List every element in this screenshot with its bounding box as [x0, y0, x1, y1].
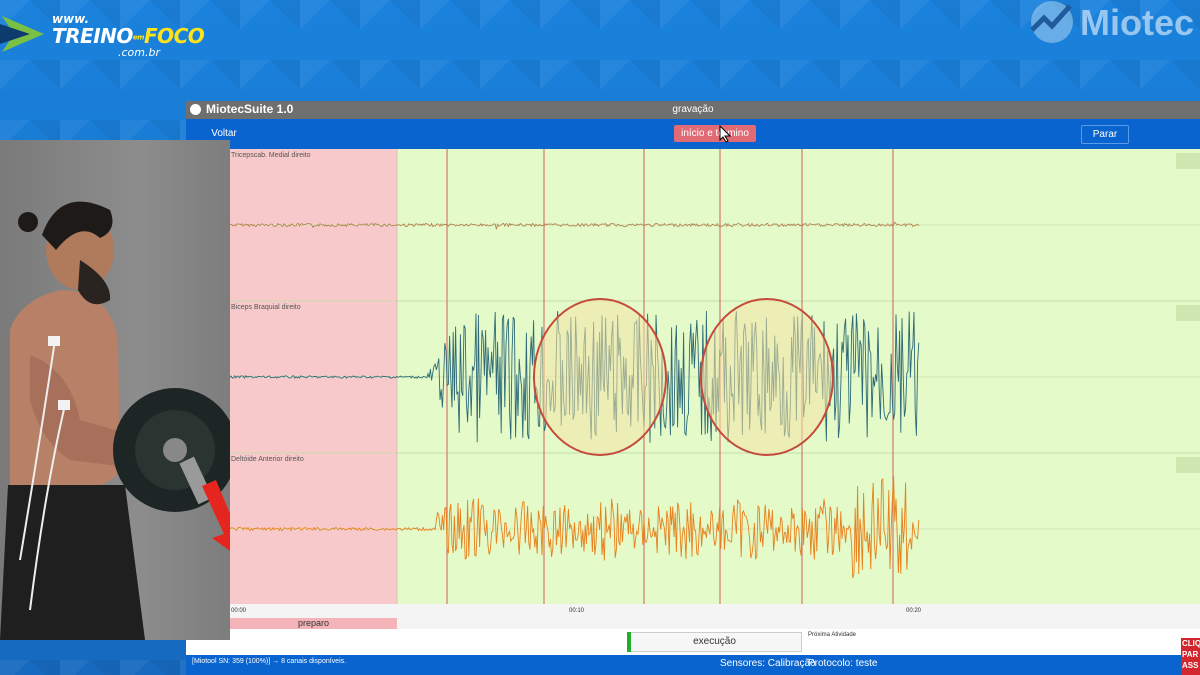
logo-brand-part1: TREINO	[52, 24, 133, 48]
athlete-photo	[0, 140, 230, 640]
emg-plot: Tricepscab. Medial direito Biceps Braqui…	[230, 149, 1200, 604]
channel-scale-box-2[interactable]	[1176, 305, 1200, 321]
screen-title: gravação	[672, 104, 714, 115]
sensors-status: Sensores: Calibração	[720, 658, 816, 669]
status-bar: [Miotool SN: 359 (100%)] → 8 canais disp…	[186, 655, 1200, 675]
red-arrow-icon	[202, 480, 230, 551]
time-axis: 00:00 00:10 00:20	[230, 604, 1200, 618]
mouse-pointer-icon	[719, 125, 731, 143]
miotec-globe-icon	[1030, 1, 1073, 43]
phase-bar: preparo	[230, 618, 1200, 629]
cta-line: PAR	[1182, 650, 1199, 659]
miotec-brand-logo: Miotec	[1020, 0, 1200, 48]
next-activity-label: Próxima Atividade	[808, 632, 857, 638]
titlebar: MiotecSuite 1.0 gravação	[186, 101, 1200, 119]
channel-label-biceps: Biceps Braquial direito	[231, 304, 301, 311]
time-tick: 00:10	[569, 608, 585, 614]
logo-brand: TREINOemFOCO	[52, 24, 205, 48]
logo-brand-mid: em	[132, 33, 145, 42]
athlete-illustration	[0, 201, 230, 640]
phase-preparo: preparo	[230, 618, 397, 629]
cta-line: ASS	[1182, 661, 1199, 670]
time-tick: 00:20	[906, 608, 922, 614]
highlight-circle	[700, 298, 834, 456]
logo-brand-part2: FOCO	[143, 24, 205, 48]
phase-execution: execução	[627, 632, 802, 652]
channel-scale-box-3[interactable]	[1176, 457, 1200, 473]
site-logo: www. TREINOemFOCO .com.br	[0, 8, 205, 60]
emg-signal-chart	[230, 149, 1200, 604]
stop-button[interactable]: Parar	[1081, 125, 1129, 144]
channel-label-triceps: Tricepscab. Medial direito	[231, 152, 311, 159]
highlight-circle	[533, 298, 667, 456]
start-end-button[interactable]: início e término	[674, 125, 756, 142]
time-tick: 00:00	[231, 608, 247, 614]
channel-scale-box-1[interactable]	[1176, 153, 1200, 169]
miotec-wordmark: Miotec	[1080, 2, 1195, 43]
protocol-status: Protocolo: teste	[808, 658, 878, 669]
device-status: [Miotool SN: 359 (100%)] → 8 canais disp…	[192, 658, 347, 665]
execution-progress-indicator	[627, 632, 631, 652]
toolbar: Voltar início e término Parar	[186, 119, 1200, 149]
subscribe-cta[interactable]: CLIQ PAR ASS	[1181, 638, 1200, 675]
cta-line: CLIQ	[1182, 639, 1200, 648]
logo-arrow-icon	[0, 16, 44, 52]
execution-bar: execução Próxima Atividade	[186, 629, 1200, 655]
logo-domain: .com.br	[118, 46, 160, 59]
channel-label-deltoid: Deltóide Anterior direito	[231, 456, 304, 463]
